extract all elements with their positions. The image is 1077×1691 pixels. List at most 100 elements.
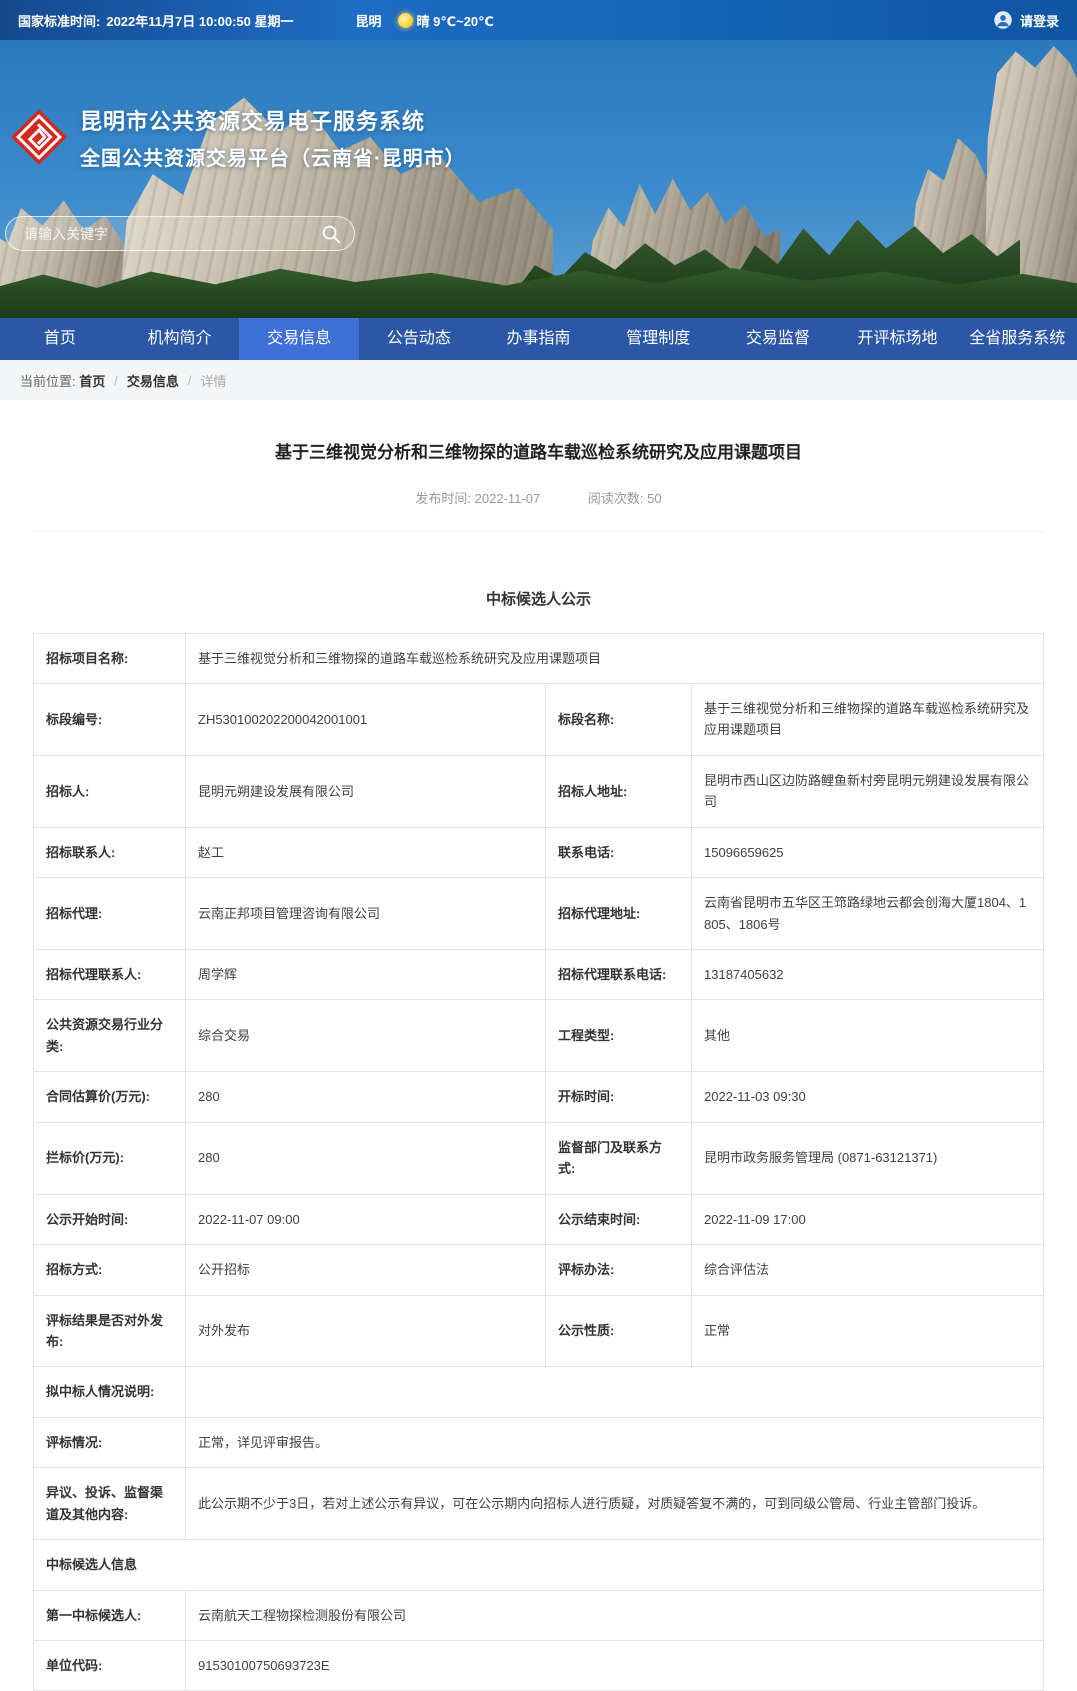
nav-item-home[interactable]: 首页 xyxy=(0,318,120,360)
table-row: 评标情况:正常，详见评审报告。 xyxy=(34,1417,1044,1467)
table-row: 招标代理联系人:周学辉招标代理联系电话:13187405632 xyxy=(34,950,1044,1000)
table-value-cell: 280 xyxy=(186,1072,546,1122)
notice-section-title: 中标候选人公示 xyxy=(33,588,1044,609)
sun-weather-icon xyxy=(398,13,413,28)
table-label-cell: 公示结束时间: xyxy=(546,1194,692,1244)
table-value-cell: 2022-11-09 17:00 xyxy=(692,1194,1044,1244)
table-label-cell: 联系电话: xyxy=(546,827,692,877)
table-value-cell: 昆明市政务服务管理局 (0871-63121371) xyxy=(692,1122,1044,1194)
table-value-cell: 周学辉 xyxy=(186,950,546,1000)
standard-time: 国家标准时间: 2022年11月7日 10:00:50 星期一 xyxy=(18,11,294,30)
nav-item-org-intro[interactable]: 机构简介 xyxy=(120,318,240,360)
table-label-cell: 招标方式: xyxy=(34,1245,186,1295)
breadcrumb-current: 详情 xyxy=(201,371,227,390)
table-value-cell: 昆明市西山区边防路鲤鱼新村旁昆明元朔建设发展有限公司 xyxy=(692,755,1044,827)
view-count: 阅读次数: 50 xyxy=(588,491,662,506)
nav-item-announcements[interactable]: 公告动态 xyxy=(359,318,479,360)
site-title: 昆明市公共资源交易电子服务系统 xyxy=(80,108,466,136)
nav-item-management-rules[interactable]: 管理制度 xyxy=(598,318,718,360)
table-label-cell: 招标代理联系人: xyxy=(34,950,186,1000)
table-label-cell: 公示性质: xyxy=(546,1295,692,1367)
table-label-cell: 拟中标人情况说明: xyxy=(34,1367,186,1417)
table-value-cell: 基于三维视觉分析和三维物探的道路车载巡检系统研究及应用课题项目 xyxy=(186,633,1044,683)
table-value-cell: 正常 xyxy=(692,1295,1044,1367)
nav-item-bid-venue[interactable]: 开评标场地 xyxy=(838,318,958,360)
table-value-cell: 91530100750693723E xyxy=(186,1641,1044,1691)
table-label-cell: 招标代理联系电话: xyxy=(546,950,692,1000)
table-label-cell: 监督部门及联系方式: xyxy=(546,1122,692,1194)
nav-item-trade-supervision[interactable]: 交易监督 xyxy=(718,318,838,360)
nav-item-trade-info[interactable]: 交易信息 xyxy=(239,318,359,360)
breadcrumb-trade-info[interactable]: 交易信息 xyxy=(127,371,179,390)
table-value-cell: 基于三维视觉分析和三维物探的道路车载巡检系统研究及应用课题项目 xyxy=(692,683,1044,755)
article-content: 基于三维视觉分析和三维物探的道路车载巡检系统研究及应用课题项目 发布时间: 20… xyxy=(0,400,1077,1691)
table-label-cell: 拦标价(万元): xyxy=(34,1122,186,1194)
table-value-cell: 赵工 xyxy=(186,827,546,877)
detail-table: 招标项目名称:基于三维视觉分析和三维物探的道路车载巡检系统研究及应用课题项目标段… xyxy=(33,633,1044,1691)
table-label-cell: 评标办法: xyxy=(546,1245,692,1295)
table-label-cell: 合同估算价(万元): xyxy=(34,1072,186,1122)
breadcrumb-separator: / xyxy=(114,373,118,388)
breadcrumb: 当前位置: 首页 / 交易信息 / 详情 xyxy=(0,360,1077,400)
breadcrumb-prefix: 当前位置: xyxy=(20,371,76,390)
breadcrumb-home[interactable]: 首页 xyxy=(79,371,105,390)
table-row: 合同估算价(万元):280开标时间:2022-11-03 09:30 xyxy=(34,1072,1044,1122)
table-value-cell: 云南省昆明市五华区王筇路绿地云都会创海大厦1804、1805、1806号 xyxy=(692,878,1044,950)
table-label-cell: 招标代理地址: xyxy=(546,878,692,950)
banner: 昆明市公共资源交易电子服务系统 全国公共资源交易平台（云南省·昆明市） xyxy=(0,40,1077,318)
table-row: 招标代理:云南正邦项目管理咨询有限公司招标代理地址:云南省昆明市五华区王筇路绿地… xyxy=(34,878,1044,950)
table-label-cell: 招标联系人: xyxy=(34,827,186,877)
table-value-cell: 昆明元朔建设发展有限公司 xyxy=(186,755,546,827)
table-label-cell: 招标人地址: xyxy=(546,755,692,827)
table-label-cell: 工程类型: xyxy=(546,1000,692,1072)
table-value-cell: 其他 xyxy=(692,1000,1044,1072)
table-value-cell: 云南正邦项目管理咨询有限公司 xyxy=(186,878,546,950)
table-label-cell: 第一中标候选人: xyxy=(34,1590,186,1640)
table-label-cell: 标段编号: xyxy=(34,683,186,755)
divider xyxy=(33,531,1044,532)
table-section-cell: 中标候选人信息 xyxy=(34,1540,1044,1590)
detail-table-body: 招标项目名称:基于三维视觉分析和三维物探的道路车载巡检系统研究及应用课题项目标段… xyxy=(34,633,1044,1691)
table-label-cell: 公共资源交易行业分类: xyxy=(34,1000,186,1072)
table-row: 拦标价(万元):280监督部门及联系方式:昆明市政务服务管理局 (0871-63… xyxy=(34,1122,1044,1194)
table-value-cell: 2022-11-03 09:30 xyxy=(692,1072,1044,1122)
table-value-cell: 280 xyxy=(186,1122,546,1194)
publish-time: 发布时间: 2022-11-07 xyxy=(415,491,543,506)
table-row: 公共资源交易行业分类:综合交易工程类型:其他 xyxy=(34,1000,1044,1072)
weather-text: 晴 9℃~20℃ xyxy=(417,11,494,30)
table-label-cell: 单位代码: xyxy=(34,1641,186,1691)
nav-item-service-guide[interactable]: 办事指南 xyxy=(479,318,599,360)
table-row: 第一中标候选人:云南航天工程物探检测股份有限公司 xyxy=(34,1590,1044,1640)
table-row: 异议、投诉、监督渠道及其他内容:此公示期不少于3日，若对上述公示有异议，可在公示… xyxy=(34,1468,1044,1540)
table-label-cell: 招标人: xyxy=(34,755,186,827)
view-count-value: 50 xyxy=(647,491,661,506)
time-value: 2022年11月7日 10:00:50 星期一 xyxy=(106,11,293,30)
table-label-cell: 招标代理: xyxy=(34,878,186,950)
table-value-cell: 2022-11-07 09:00 xyxy=(186,1194,546,1244)
table-row: 招标方式:公开招标评标办法:综合评估法 xyxy=(34,1245,1044,1295)
table-value-cell xyxy=(186,1367,1044,1417)
table-label-cell: 公示开始时间: xyxy=(34,1194,186,1244)
search-icon[interactable] xyxy=(320,223,342,245)
search-input[interactable] xyxy=(22,225,320,243)
table-label-cell: 评标结果是否对外发布: xyxy=(34,1295,186,1367)
table-label-cell: 标段名称: xyxy=(546,683,692,755)
login-button[interactable]: 请登录 xyxy=(993,10,1059,30)
table-row: 单位代码:91530100750693723E xyxy=(34,1641,1044,1691)
table-value-cell: 此公示期不少于3日，若对上述公示有异议，可在公示期内向招标人进行质疑，对质疑答复… xyxy=(186,1468,1044,1540)
search-box xyxy=(5,216,355,251)
table-row: 中标候选人信息 xyxy=(34,1540,1044,1590)
table-label-cell: 异议、投诉、监督渠道及其他内容: xyxy=(34,1468,186,1540)
table-value-cell: 13187405632 xyxy=(692,950,1044,1000)
site-subtitle: 全国公共资源交易平台（云南省·昆明市） xyxy=(80,142,466,171)
table-value-cell: 公开招标 xyxy=(186,1245,546,1295)
table-label-cell: 评标情况: xyxy=(34,1417,186,1467)
table-row: 公示开始时间:2022-11-07 09:00公示结束时间:2022-11-09… xyxy=(34,1194,1044,1244)
table-value-cell: ZH530100202200042001001 xyxy=(186,683,546,755)
site-logo-icon xyxy=(10,108,68,166)
table-row: 拟中标人情况说明: xyxy=(34,1367,1044,1417)
site-brand: 昆明市公共资源交易电子服务系统 全国公共资源交易平台（云南省·昆明市） xyxy=(10,108,466,171)
publish-time-label: 发布时间: xyxy=(415,491,471,506)
topbar: 国家标准时间: 2022年11月7日 10:00:50 星期一 昆明 晴 9℃~… xyxy=(0,0,1077,40)
nav-item-provincial-system[interactable]: 全省服务系统 xyxy=(957,318,1077,360)
